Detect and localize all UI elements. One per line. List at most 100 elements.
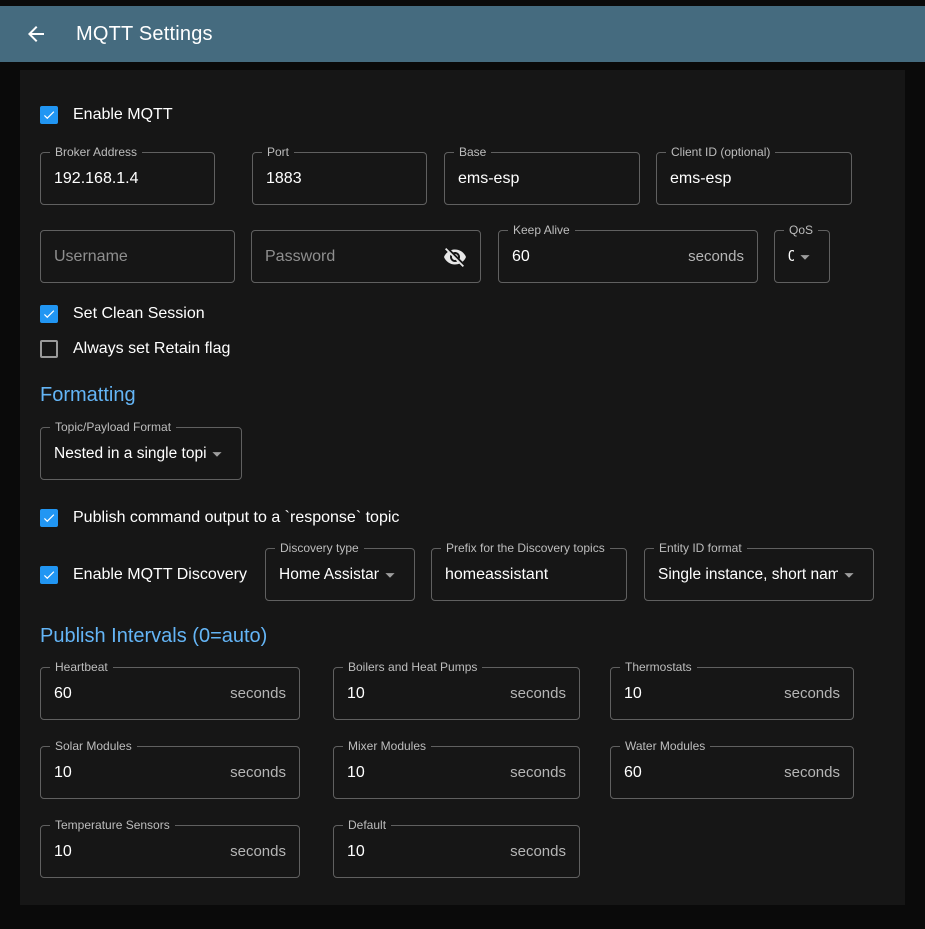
page-title: MQTT Settings [76,23,213,46]
topic-format-row: Topic/Payload Format Nested in a single … [40,427,888,480]
field-label: Keep Alive [508,223,575,237]
entity-id-format-select[interactable]: Entity ID format Single instance, short … [644,548,874,601]
arrow-left-icon [24,22,48,46]
enable-discovery-checkbox[interactable]: Enable MQTT Discovery [40,566,265,584]
boilers-field: Boilers and Heat Pumps seconds [333,667,580,720]
heartbeat-input[interactable] [54,685,222,703]
port-field: Port [252,152,427,205]
broker-row: Broker Address Port Base Client ID (opti… [40,152,888,205]
thermostats-field: Thermostats seconds [610,667,854,720]
checkbox-label: Enable MQTT [73,106,173,124]
field-label: Heartbeat [50,660,113,674]
field-label: Base [454,145,491,159]
check-icon [42,107,56,123]
field-label: Client ID (optional) [666,145,775,159]
app-bar: MQTT Settings [0,6,925,62]
field-label: Discovery type [275,541,364,555]
keep-alive-field: Keep Alive seconds [498,230,758,283]
discovery-row: Enable MQTT Discovery Discovery type Hom… [40,548,888,601]
mixer-input[interactable] [347,764,502,782]
qos-select[interactable]: QoS 0 [774,230,830,283]
temperature-sensors-input[interactable] [54,843,222,861]
client-id-field: Client ID (optional) [656,152,852,205]
unit-suffix: seconds [222,685,286,702]
visibility-off-icon[interactable] [443,245,467,269]
default-interval-input[interactable] [347,843,502,861]
solar-field: Solar Modules seconds [40,746,300,799]
discovery-prefix-field: Prefix for the Discovery topics [431,548,627,601]
check-icon [42,567,56,583]
chevron-down-icon [379,564,401,586]
default-interval-field: Default seconds [333,825,580,878]
unit-suffix: seconds [502,843,566,860]
topic-format-select[interactable]: Topic/Payload Format Nested in a single … [40,427,242,480]
field-label: Entity ID format [654,541,747,555]
unit-suffix: seconds [502,685,566,702]
checkbox-icon[interactable] [40,509,58,527]
intervals-row-1: Heartbeat seconds Boilers and Heat Pumps… [40,667,888,720]
credentials-row: Keep Alive seconds QoS 0 [40,230,888,283]
discovery-prefix-input[interactable] [445,566,613,584]
thermostats-input[interactable] [624,685,776,703]
field-label: Thermostats [620,660,697,674]
chevron-down-icon [838,564,860,586]
checkbox-icon[interactable] [40,106,58,124]
formatting-section-title: Formatting [40,384,888,407]
discovery-type-select[interactable]: Discovery type Home Assistant [265,548,415,601]
temperature-sensors-field: Temperature Sensors seconds [40,825,300,878]
clean-session-checkbox[interactable]: Set Clean Session [40,305,888,323]
enable-mqtt-checkbox[interactable]: Enable MQTT [40,106,888,124]
select-value: Home Assistant [279,566,379,584]
broker-address-input[interactable] [54,170,201,188]
unit-suffix: seconds [222,843,286,860]
check-icon [42,306,56,322]
unit-suffix: seconds [776,685,840,702]
checkbox-label: Publish command output to a `response` t… [73,509,399,527]
settings-panel: Enable MQTT Broker Address Port Base Cli… [20,70,905,905]
password-input[interactable] [265,248,443,266]
intervals-row-2: Solar Modules seconds Mixer Modules seco… [40,746,888,799]
field-label: Prefix for the Discovery topics [441,541,610,555]
username-field [40,230,235,283]
field-label: Broker Address [50,145,142,159]
field-label: Mixer Modules [343,739,431,753]
field-label: Solar Modules [50,739,137,753]
field-label: Water Modules [620,739,710,753]
checkbox-label: Always set Retain flag [73,340,230,358]
port-input[interactable] [266,170,413,188]
checkbox-label: Enable MQTT Discovery [73,566,247,584]
intervals-row-3: Temperature Sensors seconds Default seco… [40,825,888,878]
unit-suffix: seconds [222,764,286,781]
checkbox-icon[interactable] [40,340,58,358]
field-label: Temperature Sensors [50,818,175,832]
unit-suffix: seconds [502,764,566,781]
field-label: QoS [784,223,818,237]
retain-flag-checkbox[interactable]: Always set Retain flag [40,340,888,358]
intervals-section-title: Publish Intervals (0=auto) [40,625,888,648]
back-button[interactable] [24,22,48,46]
checkbox-icon[interactable] [40,305,58,323]
broker-address-field: Broker Address [40,152,215,205]
select-value: Nested in a single topic [54,445,206,463]
base-input[interactable] [458,170,626,188]
select-value: Single instance, short name [658,566,838,584]
check-icon [42,510,56,526]
checkbox-icon[interactable] [40,566,58,584]
publish-response-checkbox[interactable]: Publish command output to a `response` t… [40,509,888,527]
unit-suffix: seconds [776,764,840,781]
solar-input[interactable] [54,764,222,782]
keep-alive-input[interactable] [512,248,680,266]
field-label: Default [343,818,391,832]
field-label: Port [262,145,294,159]
water-input[interactable] [624,764,776,782]
boilers-input[interactable] [347,685,502,703]
field-label: Topic/Payload Format [50,420,176,434]
password-field [251,230,481,283]
chevron-down-icon [794,246,816,268]
chevron-down-icon [206,443,228,465]
unit-suffix: seconds [680,248,744,265]
client-id-input[interactable] [670,170,838,188]
base-field: Base [444,152,640,205]
username-input[interactable] [54,248,221,266]
field-label: Boilers and Heat Pumps [343,660,482,674]
